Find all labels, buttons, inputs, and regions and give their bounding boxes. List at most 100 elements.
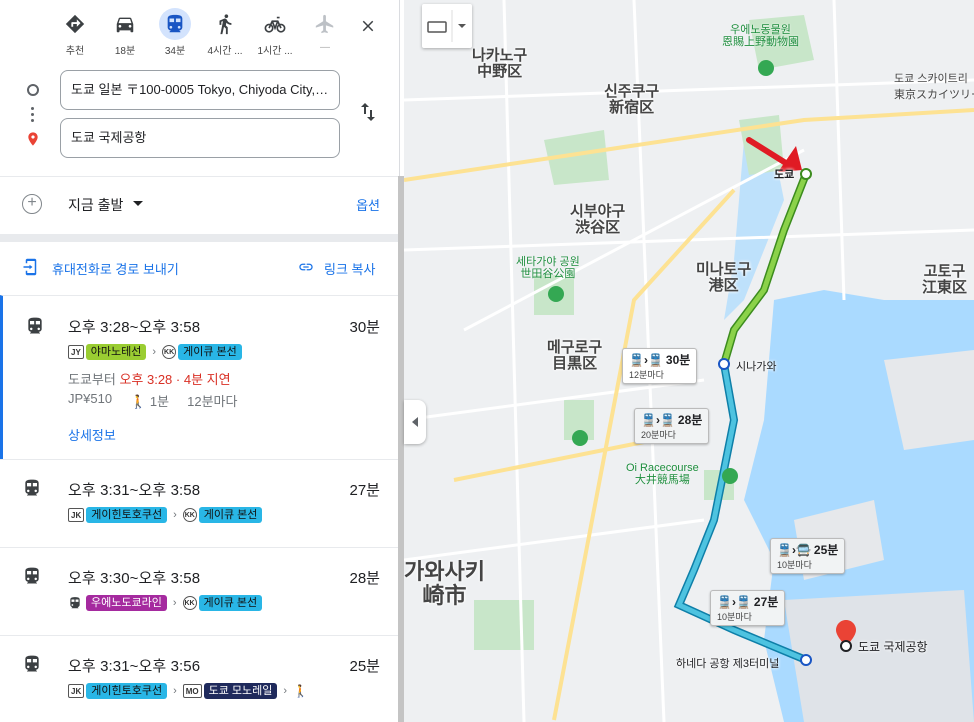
- route-callout[interactable]: 🚆›🚆 28분 20분마다: [634, 408, 710, 444]
- line-code-badge: JY: [68, 345, 84, 359]
- line-pill: 게이큐 본선: [198, 595, 263, 611]
- train-icon: 🚆›🚆: [717, 594, 751, 609]
- route-option-4[interactable]: 오후 3:31~오후 3:56 25분 JK 게이힌토호쿠선 › MO 도쿄 모…: [0, 635, 399, 722]
- route-callout[interactable]: 🚆›🚆 30분 12분마다: [622, 348, 698, 384]
- route-lines: JK 게이힌토호쿠선 › MO 도쿄 모노레일 › 🚶: [68, 682, 308, 700]
- walk-icon: 🚶: [293, 684, 309, 698]
- mode-recommended[interactable]: 추천: [50, 8, 100, 60]
- line-code-badge: JK: [68, 508, 85, 522]
- walk-icon: 🚶: [130, 394, 147, 409]
- depart-time-selector[interactable]: 지금 출발: [68, 195, 123, 215]
- line-pill: 야마노테선: [85, 344, 147, 360]
- district-label: 메구로구 目黒区: [547, 339, 603, 372]
- route-duration: 28분: [349, 570, 381, 587]
- park-marker-icon[interactable]: [572, 430, 588, 446]
- route-time: 오후 3:31~오후 3:56: [68, 658, 201, 675]
- route-option-1[interactable]: 오후 3:28~오후 3:58 30분 JY 야마노테선 › KK 게이큐 본선…: [0, 295, 399, 459]
- district-label: 시부야구 渋谷区: [570, 203, 626, 236]
- train-icon: [70, 597, 80, 609]
- route-option-2[interactable]: 오후 3:31~오후 3:58 27분 JK 게이힌토호쿠선 › KK 게이큐 …: [0, 459, 399, 547]
- train-icon: [167, 14, 183, 33]
- swap-icon[interactable]: [356, 100, 380, 124]
- district-label: 신주쿠구 新宿区: [604, 83, 660, 116]
- place-label: Oi Racecourse 大井競馬場: [626, 462, 699, 486]
- line-pill: 도쿄 모노레일: [203, 683, 278, 699]
- add-stop-icon[interactable]: +: [22, 194, 42, 214]
- train-icon: [25, 567, 39, 584]
- line-pill: 우에노도쿄라인: [86, 595, 167, 611]
- delay-info: 도쿄부터 오후 3:28 · 4분 지연: [68, 372, 231, 387]
- racecourse-marker-icon[interactable]: [722, 468, 738, 484]
- train-icon: 🚆›🚆: [629, 352, 663, 367]
- directions-panel: 추천 18분 34분 4시간 ... 1시간 ... — 도쿄 일본 〒100-…: [0, 0, 400, 722]
- park-marker-icon[interactable]: [548, 286, 564, 302]
- route-option-3[interactable]: 오후 3:30~오후 3:58 28분 우에노도쿄라인 › KK 게이큐 본선: [0, 547, 399, 635]
- maps-app: 추천 18분 34분 4시간 ... 1시간 ... — 도쿄 일본 〒100-…: [0, 0, 974, 722]
- send-to-phone-icon[interactable]: [22, 257, 40, 277]
- line-code-badge: KK: [182, 508, 197, 522]
- share-row: 휴대전화로 경로 보내기 링크 복사: [0, 252, 399, 282]
- route-time: 오후 3:28~오후 3:58: [68, 319, 201, 336]
- train-icon: [25, 479, 39, 496]
- route-callout[interactable]: 🚆›🚍 25분 10분마다: [770, 538, 846, 574]
- route-lines: 우에노도쿄라인 › KK 게이큐 본선: [68, 594, 263, 612]
- airplane-icon: [315, 14, 334, 34]
- line-code-badge: MO: [182, 684, 202, 698]
- route-time: 오후 3:31~오후 3:58: [68, 482, 201, 499]
- line-pill: 게이힌토호쿠선: [86, 507, 168, 523]
- route-lines: JK 게이힌토호쿠선 › KK 게이큐 본선: [68, 506, 263, 524]
- chevron-right-icon: ›: [172, 597, 177, 609]
- origin-input[interactable]: 도쿄 일본 〒100-0005 Tokyo, Chiyoda City, Mar…: [60, 70, 340, 110]
- train-icon: 🚆›🚍: [777, 542, 811, 557]
- origin-stop[interactable]: [800, 168, 812, 180]
- link-icon[interactable]: [296, 259, 316, 275]
- keyboard-button[interactable]: [422, 4, 472, 48]
- options-button[interactable]: 옵션: [356, 195, 380, 214]
- park-marker-icon[interactable]: [758, 60, 774, 76]
- route-duration: 27분: [349, 482, 381, 499]
- destination-label: 도쿄 국제공항: [858, 640, 928, 654]
- route-meta: JP¥510 🚶 1분 12분마다: [68, 391, 237, 410]
- caret-down-icon: [133, 201, 143, 206]
- collapse-panel-button[interactable]: [404, 400, 426, 444]
- district-label: 나카노구 中野区: [472, 47, 528, 80]
- mode-bike[interactable]: 1시간 ...: [250, 8, 300, 60]
- train-icon: [28, 317, 42, 334]
- section-divider: [0, 234, 399, 242]
- mode-car[interactable]: 18분: [100, 8, 150, 60]
- line-pill: 게이큐 본선: [178, 344, 242, 360]
- destination-pin-icon: [28, 132, 38, 146]
- district-label: 가와사키 崎市: [404, 559, 485, 608]
- chevron-right-icon: ›: [152, 346, 157, 358]
- route-lines: JY 야마노테선 › KK 게이큐 본선: [68, 343, 242, 361]
- mode-walk[interactable]: 4시간 ...: [200, 8, 250, 60]
- bicycle-icon: [264, 16, 286, 33]
- fare: JP¥510: [68, 391, 113, 406]
- mode-flight[interactable]: —: [300, 8, 350, 60]
- mode-transit[interactable]: 34분: [150, 8, 200, 60]
- place-label: 우에노동물원 恩賜上野動物園: [722, 24, 799, 48]
- airport-stop[interactable]: [800, 654, 812, 666]
- place-label: 도쿄 스카이트리 東京スカイツリー: [894, 73, 974, 101]
- map-canvas[interactable]: 나카노구 中野区 신주쿠구 新宿区 시부야구 渋谷区 미나토구 港区 메구로구 目黒区 고…: [404, 0, 974, 722]
- travel-mode-bar: 추천 18분 34분 4시간 ... 1시간 ... —: [50, 8, 350, 60]
- walk-time: 🚶 1분: [130, 394, 170, 409]
- line-pill: 게이힌토호쿠선: [86, 683, 168, 699]
- copy-link-button[interactable]: 링크 복사: [324, 259, 375, 278]
- chevron-right-icon: ›: [283, 685, 288, 697]
- details-link[interactable]: 상세정보: [68, 425, 116, 444]
- car-icon: [116, 17, 134, 33]
- chevron-right-icon: ›: [173, 509, 177, 521]
- station-label: 하네다 공항 제3터미널: [676, 658, 780, 670]
- place-label: 세타가야 공원 世田谷公園: [516, 256, 580, 280]
- route-callout[interactable]: 🚆›🚆 27분 10분마다: [710, 590, 786, 626]
- destination-input[interactable]: 도쿄 국제공항: [60, 118, 340, 158]
- send-to-phone-button[interactable]: 휴대전화로 경로 보내기: [52, 259, 179, 278]
- transfer-stop[interactable]: [718, 358, 730, 370]
- district-label: 미나토구 港区: [696, 261, 752, 294]
- close-directions-button[interactable]: [356, 14, 380, 38]
- frequency: 12분마다: [187, 394, 238, 409]
- train-icon: 🚆›🚆: [641, 412, 675, 427]
- directions-icon: [65, 14, 85, 34]
- divider: [0, 176, 399, 177]
